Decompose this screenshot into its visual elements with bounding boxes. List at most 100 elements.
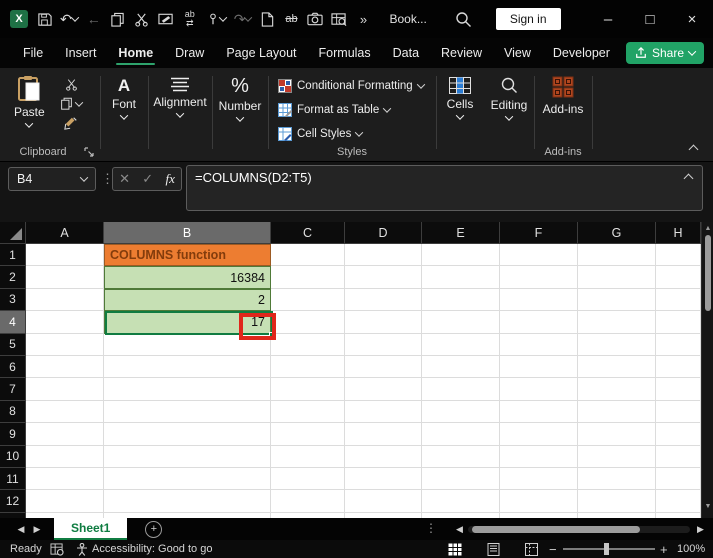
cell-C5[interactable] [271, 333, 345, 356]
cell-F12[interactable] [500, 490, 578, 513]
cell-C10[interactable] [271, 445, 345, 468]
cell-D10[interactable] [345, 445, 422, 468]
cell-C12[interactable] [271, 490, 345, 513]
save-icon[interactable] [36, 10, 52, 28]
cell-D4[interactable] [345, 311, 422, 334]
column-header-A[interactable]: A [26, 222, 104, 244]
document-name[interactable]: Book... [389, 12, 426, 26]
cell-E3[interactable] [422, 288, 500, 312]
cell-H6[interactable] [656, 355, 701, 379]
number-dropdown-icon[interactable] [235, 113, 245, 122]
editing-button[interactable]: Editing [486, 77, 532, 121]
collapse-formula-bar-icon[interactable] [683, 173, 694, 184]
cell-B10[interactable] [104, 445, 271, 468]
cell-G6[interactable] [578, 355, 656, 379]
cell-E2[interactable] [422, 266, 500, 289]
cell-D3[interactable] [345, 288, 422, 312]
more-commands-icon[interactable]: » [355, 10, 371, 28]
undo-icon[interactable]: ↶ [60, 10, 79, 28]
cell-B9[interactable] [104, 423, 271, 446]
clipboard-dialog-launcher-icon[interactable] [84, 147, 94, 157]
sheet-nav-right-icon[interactable]: ▶ [30, 524, 44, 535]
paste-dropdown-icon[interactable] [25, 119, 34, 128]
insert-function-icon[interactable]: fx [165, 171, 174, 187]
cell-F7[interactable] [500, 378, 578, 401]
cell-D6[interactable] [345, 355, 422, 379]
sheet-tab-sheet1[interactable]: Sheet1 [54, 518, 128, 540]
cell-G8[interactable] [578, 400, 656, 424]
row-header-7[interactable]: 7 [0, 378, 26, 401]
cell-A11[interactable] [26, 467, 104, 491]
cell-D1[interactable] [345, 244, 422, 267]
tab-page-layout[interactable]: Page Layout [215, 38, 307, 68]
cell-C6[interactable] [271, 355, 345, 379]
cell-A9[interactable] [26, 423, 104, 446]
paste-button[interactable]: Paste [14, 75, 45, 128]
tab-data[interactable]: Data [382, 38, 430, 68]
cell-C11[interactable] [271, 467, 345, 491]
column-header-H[interactable]: H [656, 222, 701, 244]
cell-F4[interactable] [500, 311, 578, 334]
copy-dropdown-icon[interactable] [74, 97, 84, 107]
draft-icon[interactable] [158, 10, 174, 28]
tab-developer[interactable]: Developer [542, 38, 621, 68]
cell-F6[interactable] [500, 355, 578, 379]
cell-C7[interactable] [271, 378, 345, 401]
tab-draw[interactable]: Draw [164, 38, 215, 68]
sheetbar-separator-dots[interactable]: ⋮ [425, 521, 437, 535]
add-sheet-button[interactable]: + [145, 520, 163, 538]
cell-D5[interactable] [345, 333, 422, 356]
cell-C9[interactable] [271, 423, 345, 446]
cell-G2[interactable] [578, 266, 656, 289]
zoom-level[interactable]: 100% [677, 540, 705, 558]
cell-A5[interactable] [26, 333, 104, 356]
row-header-4[interactable]: 4 [0, 311, 26, 334]
cell-F10[interactable] [500, 445, 578, 468]
editing-dropdown-icon[interactable] [504, 112, 514, 121]
collapse-ribbon-icon[interactable] [688, 144, 699, 155]
cell-D8[interactable] [345, 400, 422, 424]
cell-C2[interactable] [271, 266, 345, 289]
cell-F9[interactable] [500, 423, 578, 446]
column-header-D[interactable]: D [345, 222, 422, 244]
cell-C3[interactable] [271, 288, 345, 312]
cell-B12[interactable] [104, 490, 271, 513]
row-header-6[interactable]: 6 [0, 355, 26, 379]
cell-A10[interactable] [26, 445, 104, 468]
cell-H10[interactable] [656, 445, 701, 468]
cancel-entry-icon[interactable]: ✕ [119, 171, 130, 187]
cell-H4[interactable] [656, 311, 701, 334]
zoom-slider[interactable] [563, 548, 655, 550]
cell-G11[interactable] [578, 467, 656, 491]
cell-E12[interactable] [422, 490, 500, 513]
touch-mode-icon[interactable] [206, 10, 227, 28]
strikethrough-icon[interactable]: ab [283, 10, 299, 28]
ribbon-copy-icon[interactable] [60, 97, 84, 110]
row-header-5[interactable]: 5 [0, 333, 26, 356]
accessibility-status[interactable]: Accessibility: Good to go [76, 540, 212, 558]
undo-dropdown-icon[interactable] [70, 13, 79, 22]
cell-B2[interactable]: 16384 [104, 266, 271, 289]
cell-B3[interactable]: 2 [104, 288, 271, 312]
tab-review[interactable]: Review [430, 38, 493, 68]
name-box-dropdown-icon[interactable] [79, 173, 89, 182]
cell-B8[interactable] [104, 400, 271, 424]
macro-record-icon[interactable] [50, 540, 64, 558]
cut-icon[interactable] [134, 10, 150, 28]
cell-A1[interactable] [26, 244, 104, 267]
cell-F1[interactable] [500, 244, 578, 267]
cell-G9[interactable] [578, 423, 656, 446]
column-header-E[interactable]: E [422, 222, 500, 244]
confirm-entry-icon[interactable]: ✓ [142, 171, 153, 187]
cell-D9[interactable] [345, 423, 422, 446]
name-box[interactable]: B4 [8, 167, 96, 191]
cell-E1[interactable] [422, 244, 500, 267]
format-as-table-dropdown-icon[interactable] [383, 104, 392, 113]
cell-F8[interactable] [500, 400, 578, 424]
alignment-button[interactable]: Alignment [150, 77, 210, 118]
cell-C1[interactable] [271, 244, 345, 267]
cell-styles-button[interactable]: Cell Styles [278, 122, 364, 146]
vertical-scroll-thumb[interactable] [705, 235, 711, 311]
vertical-scrollbar[interactable]: ▲ ▼ [701, 222, 713, 518]
sign-in-button[interactable]: Sign in [495, 8, 561, 30]
